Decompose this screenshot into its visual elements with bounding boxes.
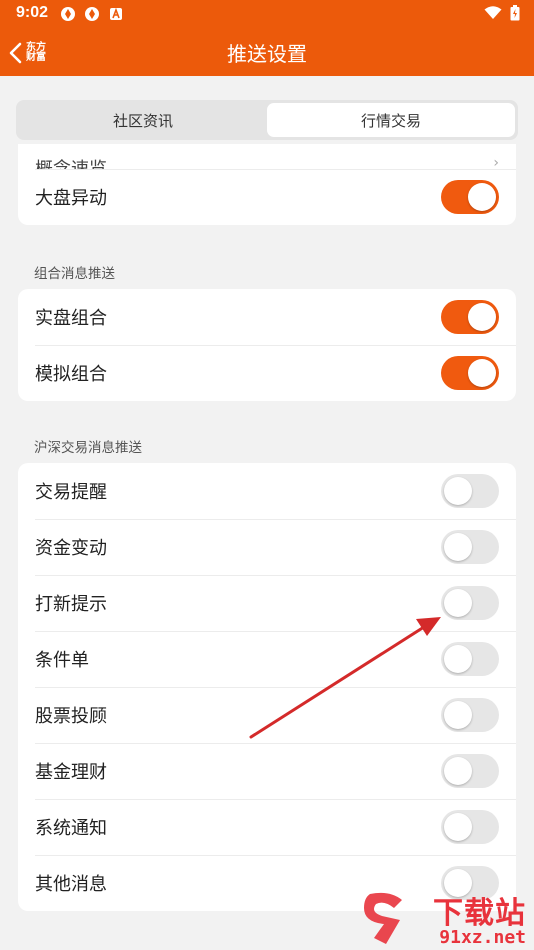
tab-market-trading[interactable]: 行情交易 bbox=[267, 103, 515, 137]
toggle-knob bbox=[444, 813, 472, 841]
row-label: 条件单 bbox=[35, 650, 89, 671]
section-label-portfolio: 组合消息推送 bbox=[34, 266, 115, 282]
app-notification-icon bbox=[61, 7, 75, 21]
status-time: 9:02 bbox=[16, 4, 49, 21]
watermark-bottom-text: 91xz.net bbox=[439, 927, 526, 948]
toggle-knob bbox=[444, 533, 472, 561]
watermark-top-text: 下载站 bbox=[433, 896, 526, 931]
page-title: 推送设置 bbox=[227, 42, 307, 66]
status-bar: 9:02 bbox=[0, 0, 534, 28]
market-alerts-card: 概念速览 › 大盘异动 bbox=[18, 144, 516, 225]
toggle-conditional-order[interactable] bbox=[441, 642, 499, 676]
toggle-real-portfolio[interactable] bbox=[441, 300, 499, 334]
toggle-stock-advisor[interactable] bbox=[441, 698, 499, 732]
row-label: 交易提醒 bbox=[35, 482, 107, 503]
toggle-trade-reminder[interactable] bbox=[441, 474, 499, 508]
toggle-fund-change[interactable] bbox=[441, 530, 499, 564]
tab-community-news[interactable]: 社区资讯 bbox=[19, 103, 267, 137]
row-label: 股票投顾 bbox=[35, 706, 107, 727]
list-item-simulated-portfolio: 模拟组合 bbox=[18, 345, 516, 401]
list-item-stock-advisor: 股票投顾 bbox=[18, 687, 516, 743]
row-label: 打新提示 bbox=[35, 594, 107, 615]
portfolio-alerts-card: 实盘组合 模拟组合 bbox=[18, 289, 516, 401]
list-item-fund-finance: 基金理财 bbox=[18, 743, 516, 799]
list-item-real-portfolio: 实盘组合 bbox=[18, 289, 516, 345]
row-label: 资金变动 bbox=[35, 538, 107, 559]
row-label: 基金理财 bbox=[35, 762, 107, 783]
list-item-conditional-order: 条件单 bbox=[18, 631, 516, 687]
app-header: 东方 财富 推送设置 bbox=[0, 28, 534, 76]
row-label: 实盘组合 bbox=[35, 308, 107, 329]
status-notification-icons bbox=[60, 6, 124, 22]
watermark-emblem-icon bbox=[364, 892, 402, 944]
row-label: 其他消息 bbox=[35, 874, 107, 895]
toggle-knob bbox=[444, 701, 472, 729]
chevron-right-icon: › bbox=[493, 155, 499, 169]
toggle-simulated-portfolio[interactable] bbox=[441, 356, 499, 390]
list-item-concept-overview[interactable]: 概念速览 › bbox=[18, 144, 516, 169]
row-label: 模拟组合 bbox=[35, 364, 107, 385]
toggle-fund-finance[interactable] bbox=[441, 754, 499, 788]
toggle-knob bbox=[468, 183, 496, 211]
watermark-logo: 下载站 91xz.net bbox=[360, 888, 530, 948]
list-item-ipo-tips: 打新提示 bbox=[18, 575, 516, 631]
list-item-fund-change: 资金变动 bbox=[18, 519, 516, 575]
toggle-knob bbox=[444, 477, 472, 505]
list-item-market-movement: 大盘异动 bbox=[18, 169, 516, 225]
toggle-knob bbox=[444, 757, 472, 785]
list-item-system-notice: 系统通知 bbox=[18, 799, 516, 855]
toggle-ipo-tips[interactable] bbox=[441, 586, 499, 620]
toggle-knob bbox=[468, 303, 496, 331]
a-letter-icon bbox=[110, 7, 122, 20]
row-label: 大盘异动 bbox=[35, 188, 107, 209]
status-system-icons bbox=[484, 5, 520, 21]
toggle-knob bbox=[468, 359, 496, 387]
toggle-system-notice[interactable] bbox=[441, 810, 499, 844]
row-label: 概念速览 bbox=[35, 155, 107, 169]
app-notification-icon bbox=[85, 7, 99, 21]
tab-bar: 社区资讯 行情交易 bbox=[16, 100, 518, 140]
section-label-trade: 沪深交易消息推送 bbox=[34, 440, 142, 456]
list-item-trade-reminder: 交易提醒 bbox=[18, 463, 516, 519]
wifi-icon bbox=[484, 6, 502, 19]
toggle-knob bbox=[444, 645, 472, 673]
trade-alerts-card: 交易提醒 资金变动 打新提示 条件单 股票投顾 基金理财 系统通知 其他消息 bbox=[18, 463, 516, 911]
row-label: 系统通知 bbox=[35, 818, 107, 839]
toggle-market-movement[interactable] bbox=[441, 180, 499, 214]
toggle-knob bbox=[444, 589, 472, 617]
battery-icon bbox=[510, 5, 520, 21]
